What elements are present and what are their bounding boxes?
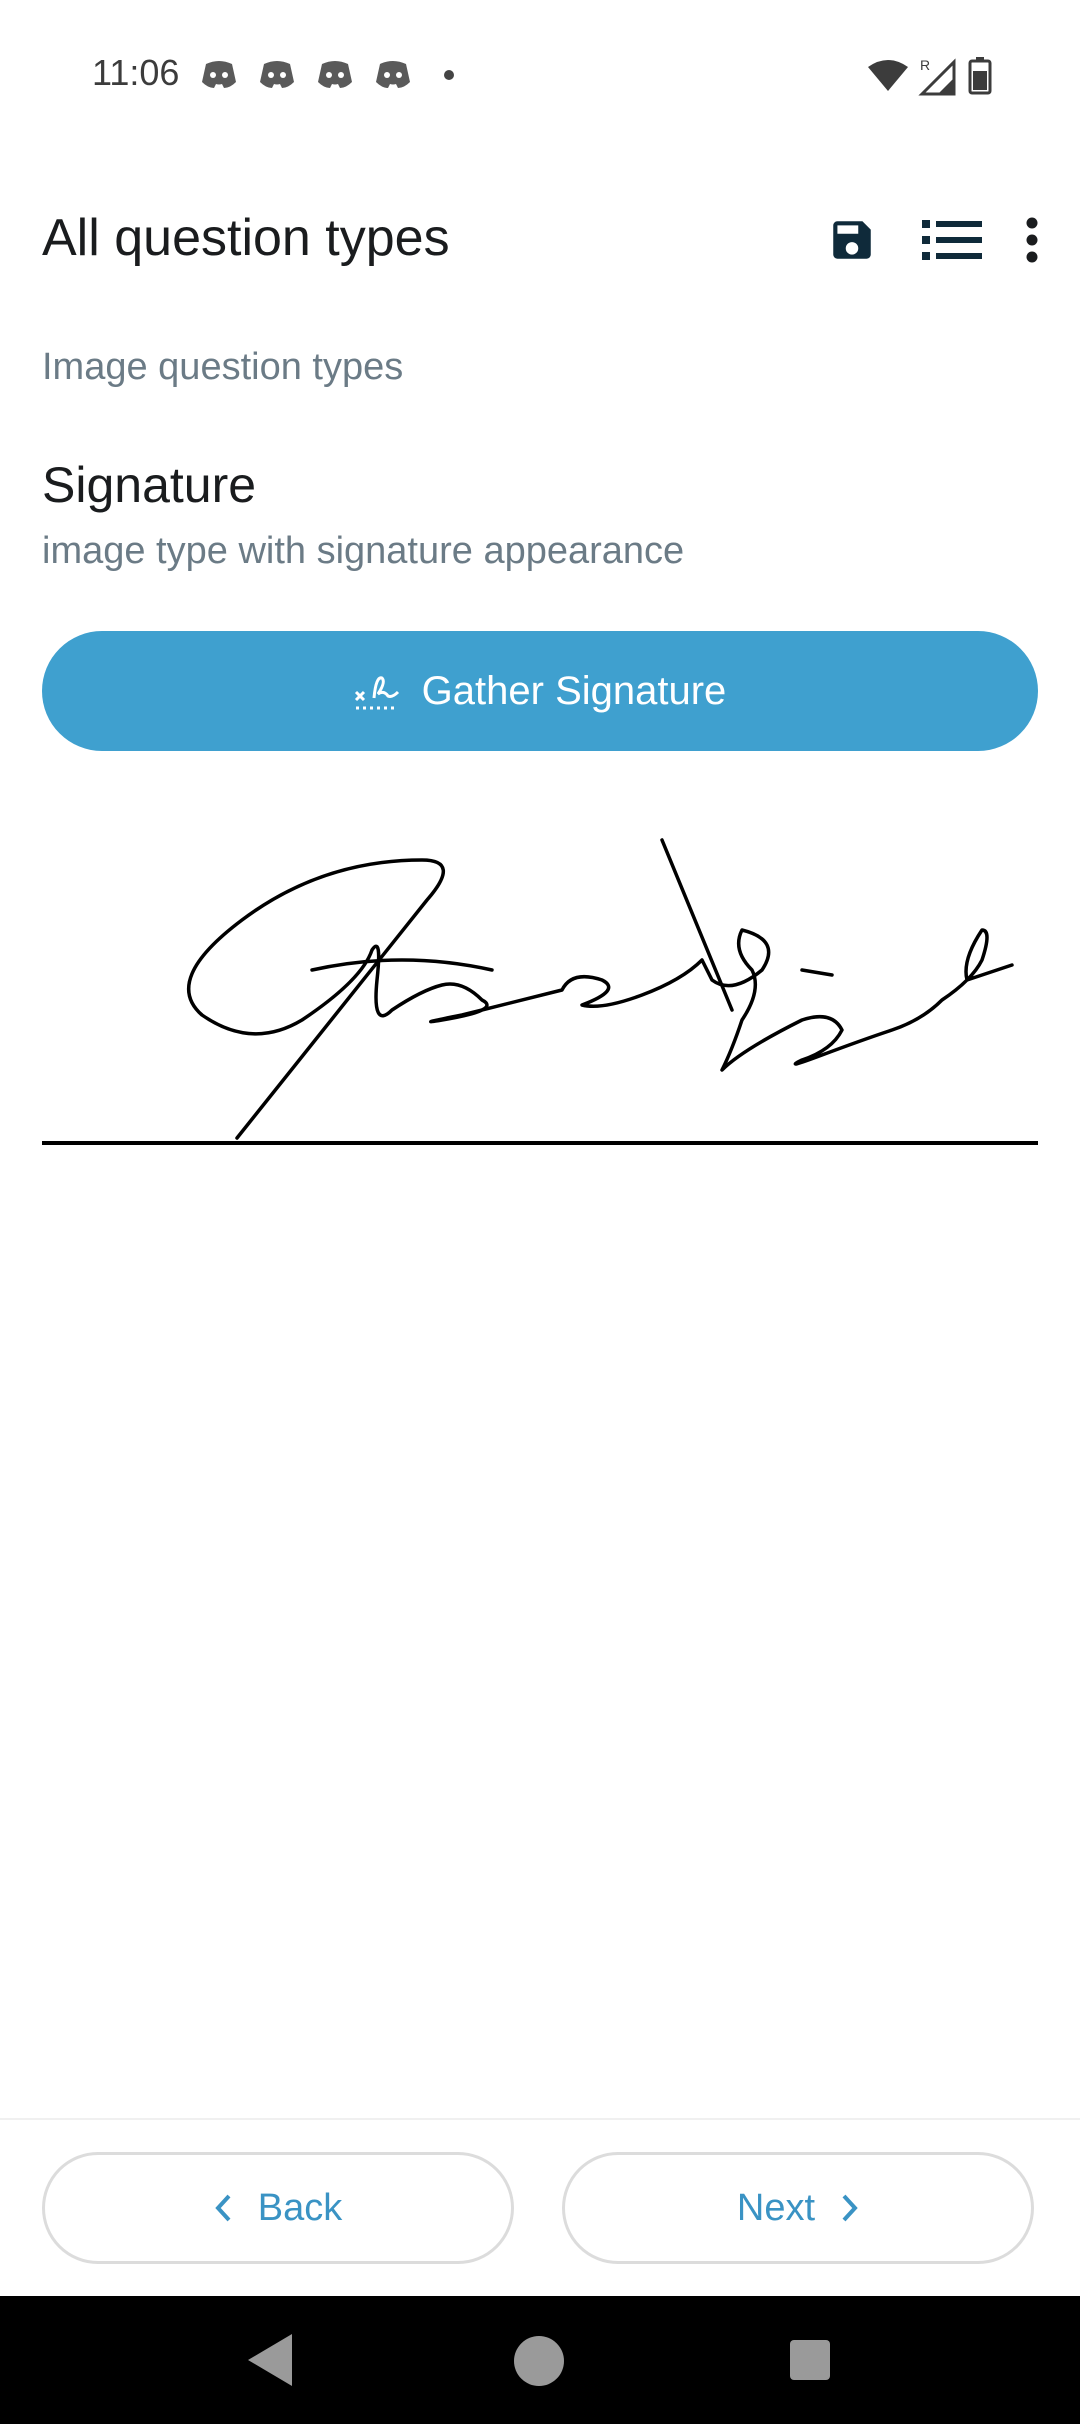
discord-icon — [260, 61, 294, 88]
page-title: All question types — [42, 209, 450, 267]
gather-signature-label: Gather Signature — [421, 668, 727, 713]
status-time: 11:06 — [92, 52, 180, 93]
status-bar: 11:06 R — [0, 0, 1080, 150]
battery-icon — [968, 57, 992, 95]
app-bar-actions — [802, 200, 1062, 280]
status-notification-icons — [200, 58, 454, 92]
hierarchy-list-icon — [922, 220, 982, 260]
wifi-icon — [868, 60, 908, 91]
system-home-icon[interactable] — [514, 2336, 564, 2386]
app-bar: All question types — [0, 190, 1080, 290]
discord-icon — [318, 61, 352, 88]
status-indicators: R — [868, 56, 992, 96]
signature-baseline — [42, 1141, 1038, 1145]
hierarchy-button[interactable] — [902, 200, 1002, 280]
save-icon — [833, 221, 871, 259]
gather-signature-button[interactable]: Gather Signature — [42, 631, 1038, 751]
signature-image — [186, 838, 1014, 1140]
bottom-divider — [0, 2118, 1080, 2120]
signature-icon — [354, 670, 400, 712]
system-recents-icon[interactable] — [790, 2340, 830, 2380]
group-label: Image question types — [42, 346, 404, 388]
discord-icon — [376, 61, 410, 88]
next-label: Next — [736, 2186, 816, 2229]
signal-roaming-icon: R — [918, 57, 956, 96]
overflow-menu-icon — [1026, 217, 1038, 263]
back-label: Back — [257, 2186, 343, 2229]
question-hint: image type with signature appearance — [42, 530, 685, 572]
discord-icon — [202, 61, 236, 88]
chevron-left-icon — [214, 2194, 232, 2222]
next-button[interactable]: Next — [562, 2152, 1034, 2264]
more-notifications-dot — [444, 70, 454, 80]
screen: 11:06 R All question types Image questio… — [0, 0, 1080, 2424]
back-button[interactable]: Back — [42, 2152, 514, 2264]
chevron-right-icon — [841, 2194, 859, 2222]
save-button[interactable] — [802, 200, 902, 280]
roaming-mark: R — [920, 57, 930, 73]
system-back-icon[interactable] — [246, 2332, 294, 2388]
question-title: Signature — [42, 457, 257, 513]
system-navigation-bar — [0, 2296, 1080, 2424]
overflow-menu-button[interactable] — [1002, 200, 1062, 280]
